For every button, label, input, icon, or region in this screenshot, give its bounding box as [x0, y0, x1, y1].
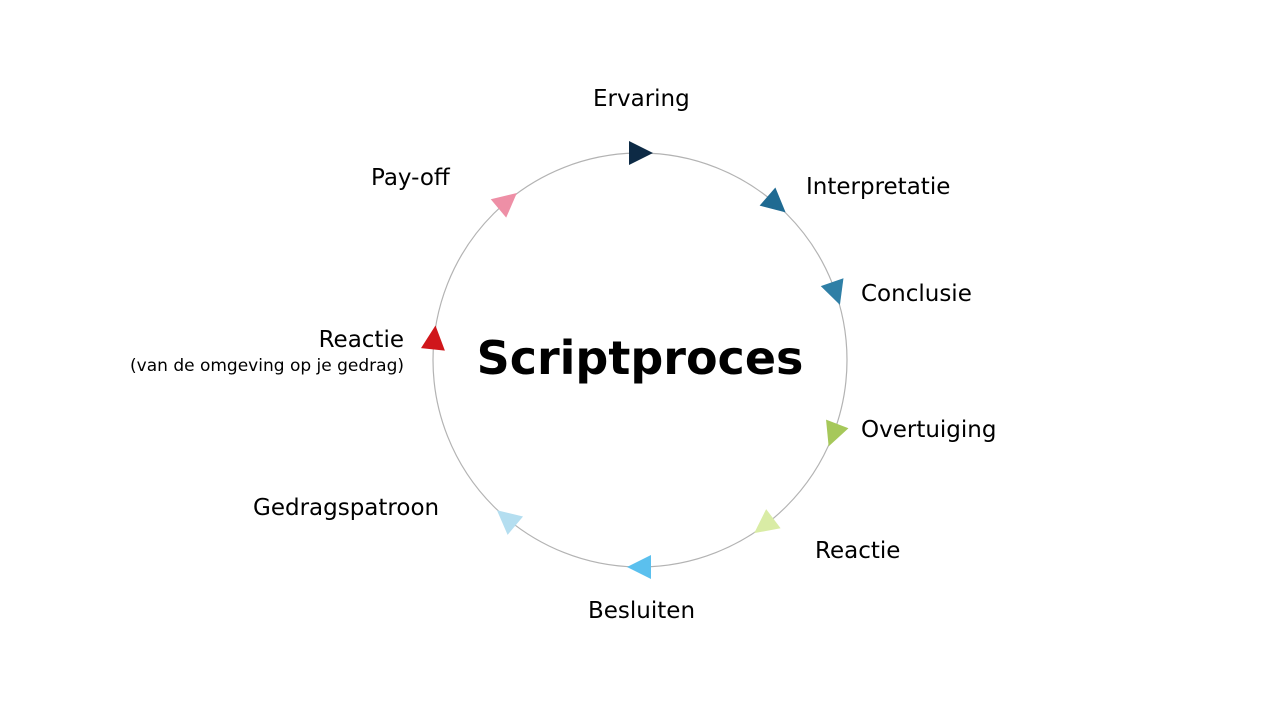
- arrow-marker-overtuiging-icon: [826, 419, 849, 447]
- step-label-reactie: Reactie: [815, 538, 901, 564]
- step-label-besluiten: Besluiten: [588, 598, 696, 624]
- step-label-interpretatie: Interpretatie: [806, 174, 951, 200]
- diagram-canvas: Scriptproces Ervaring Interpretatie Conc…: [0, 0, 1280, 720]
- arrow-marker-ervaring-icon: [629, 141, 653, 165]
- arrow-marker-gedragspatroon-icon: [496, 510, 524, 535]
- step-label-pay-off: Pay-off: [371, 165, 450, 191]
- arrow-marker-reactie-icon: [754, 509, 781, 534]
- step-label-gedragspatroon: Gedragspatroon: [253, 495, 440, 521]
- step-label-conclusie: Conclusie: [861, 281, 972, 307]
- arrow-marker-conclusie-icon: [820, 278, 844, 305]
- step-label-reactie-omgeving: Reactie: [318, 327, 404, 353]
- step-label-overtuiging: Overtuiging: [861, 417, 997, 443]
- arrow-marker-besluiten-icon: [627, 555, 651, 579]
- diagram-title: Scriptproces: [476, 331, 804, 385]
- arrow-marker-pay-off-icon: [490, 193, 517, 218]
- step-label-ervaring: Ervaring: [593, 86, 690, 112]
- step-sublabel-reactie-omgeving: (van de omgeving op je gedrag): [130, 356, 404, 376]
- arrow-marker-reactie-omgeving-icon: [421, 325, 445, 351]
